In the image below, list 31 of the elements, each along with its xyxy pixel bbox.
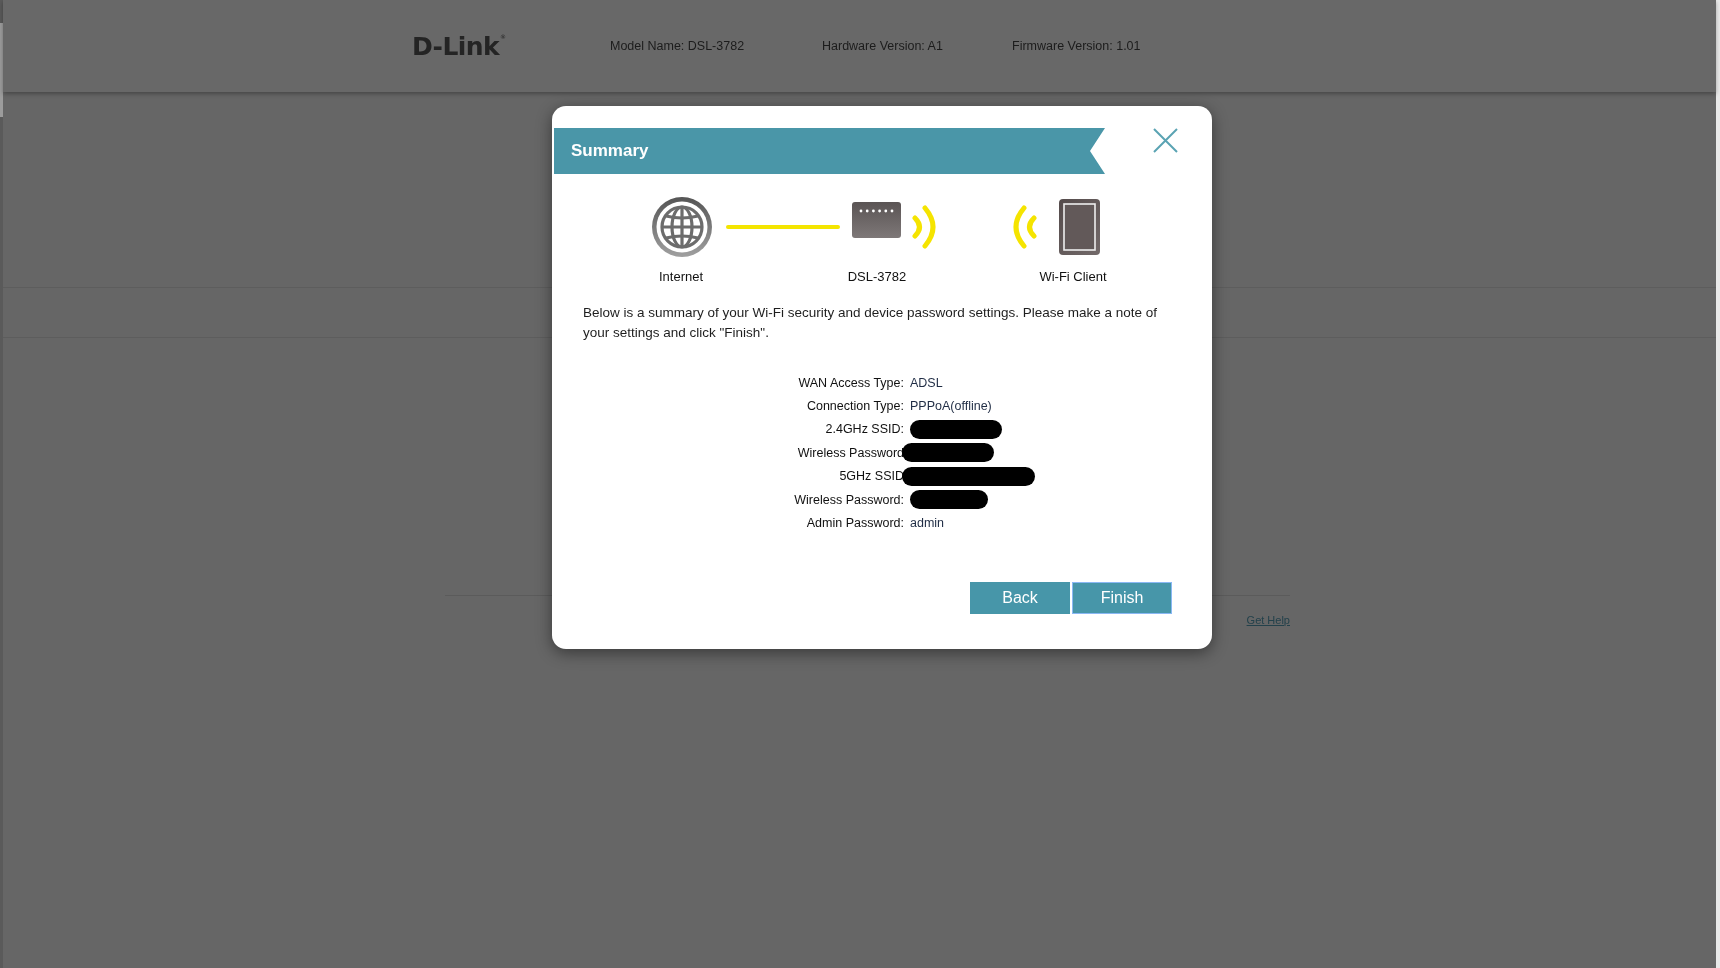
help-link[interactable]: Get Help [1246,614,1290,626]
setting-label: 2.4GHz SSID: [825,422,904,437]
device-info-text: Hardware Version: A1 [822,39,943,53]
setting-label: Wireless Password [797,445,904,460]
close-button[interactable] [1153,128,1178,153]
globe-icon [652,197,712,257]
setting-label: 5GHz SSID [839,469,904,484]
close-icon [1153,128,1178,153]
setting-label: Wireless Password: [794,492,904,507]
device-label: Internet [658,269,704,285]
router-icon [852,201,901,238]
setting-value: admin [910,516,945,531]
device-label: DSL-3782 [847,269,907,285]
dialog-title: Summary [554,128,1105,174]
tablet-icon [1059,199,1100,255]
scrollbar-thumb[interactable] [0,23,3,117]
setting-value: PPPoA(offline) [910,399,992,414]
wifi-waves-icon [1012,205,1037,249]
scrollbar-track[interactable] [1716,0,1720,968]
setting-value: ADSL [910,375,943,390]
device-info-text: Firmware Version: 1.01 [1012,39,1141,53]
summary-text: Below is a summary of your Wi-Fi security and device password settings. Please make a note of your settings and click "Finish". [583,304,1158,342]
setting-label: WAN Access Type: [798,375,904,390]
device-info-text: Model Name: DSL-3782 [610,39,745,53]
dialog-button[interactable]: Finish [1072,581,1172,614]
wifi-waves-icon [912,205,937,249]
device-label: Wi-Fi Client [1039,269,1107,285]
setting-label: Admin Password: [806,516,904,531]
setting-label: Connection Type: [806,399,904,414]
brand-logo: D-Link$^{®}$ [412,33,506,59]
dialog-button[interactable]: Back [970,581,1070,614]
